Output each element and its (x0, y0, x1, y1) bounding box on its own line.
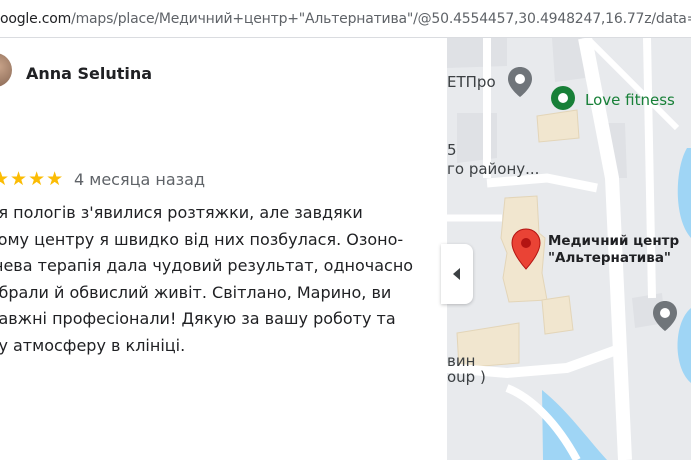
review-text: ія пологів з'явилися розтяжки, але завдя… (0, 200, 439, 359)
review-line: іавжні професіонали! Дякую за вашу робот… (0, 309, 396, 328)
address-bar[interactable]: oogle.com/maps/place/Медичний+центр+"Аль… (0, 0, 691, 38)
avatar[interactable] (0, 53, 12, 87)
water-area (677, 308, 691, 383)
map-label-digit: 5 (447, 141, 457, 159)
building (447, 38, 507, 68)
review-line: юму центру я швидко від них позбулася. О… (0, 229, 404, 249)
review-line: ібрали й обвислий живіт. Світлано, Марин… (0, 282, 392, 302)
map-label-love-fitness[interactable]: Love fitness (585, 91, 675, 109)
map-view[interactable]: ЕТПро Love fitness 5 го району... Медичн… (447, 38, 691, 460)
review-line: іу атмосферу в клініці. (0, 335, 186, 355)
url-path: /maps/place/Медичний+центр+"Альтернатива… (71, 11, 691, 27)
building (541, 295, 574, 335)
map-label-group: oup ) (447, 368, 486, 386)
location-marker-icon[interactable] (511, 228, 541, 270)
poi-pin-gray-icon[interactable] (507, 66, 533, 98)
review-date: 4 месяца назад (74, 170, 206, 189)
caret-left-icon (453, 268, 460, 280)
star-rating: ★★★★ (0, 169, 65, 190)
reviewer-name[interactable]: Anna Selutina (26, 64, 152, 83)
review-line: ія пологів з'явилися розтяжки, але завдя… (0, 203, 363, 222)
map-label-district: го району... (447, 160, 540, 178)
review-line: чева терапія дала чудовий результат, одн… (0, 256, 414, 275)
url-host: oogle.com (0, 11, 72, 27)
building (536, 109, 580, 143)
road (486, 173, 598, 193)
review-panel: Anna Selutina ★★★★ 4 месяца назад ія пол… (0, 38, 447, 460)
map-label-place-line1[interactable]: Медичний центр (548, 233, 679, 250)
map-label-place-line2[interactable]: "Альтернатива" (548, 250, 671, 267)
url-text: oogle.com/maps/place/Медичний+центр+"Аль… (0, 11, 691, 27)
poi-green-icon[interactable] (550, 85, 576, 111)
collapse-panel-button[interactable] (441, 244, 473, 304)
water-area (677, 148, 691, 238)
poi-pin-gray-icon[interactable] (652, 300, 678, 332)
map-label-etpro[interactable]: ЕТПро (447, 73, 496, 91)
